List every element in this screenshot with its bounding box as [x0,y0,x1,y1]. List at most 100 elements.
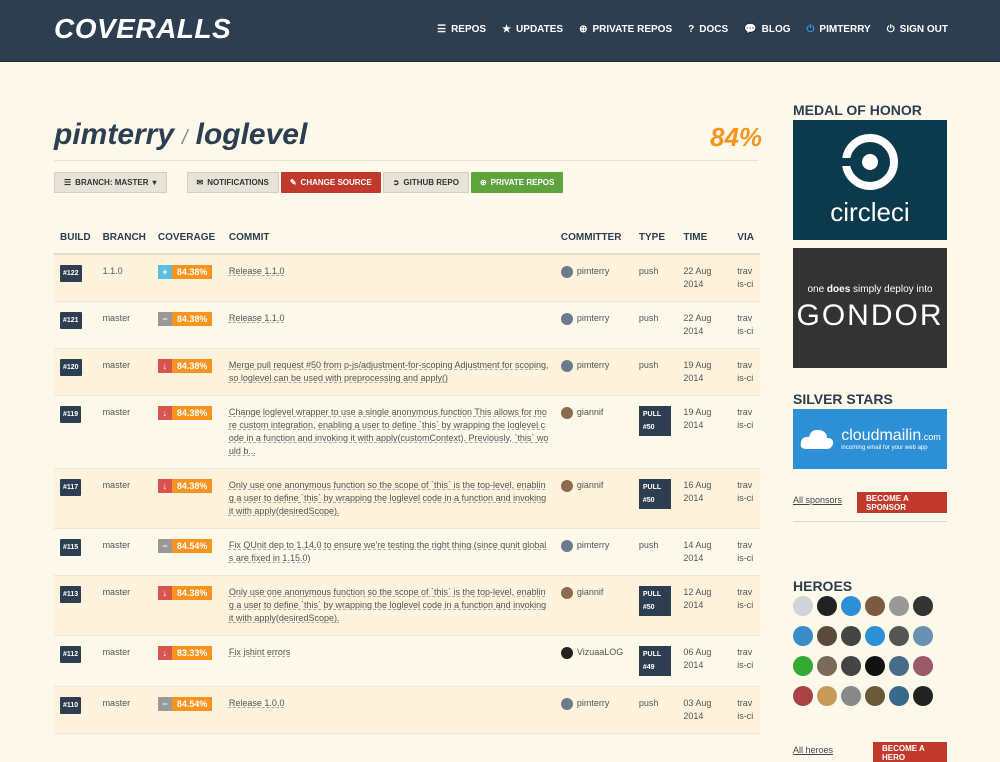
branch-dropdown[interactable]: ☰ BRANCH: MASTER ▾ [54,172,167,193]
build-number-link[interactable]: #115 [60,539,82,556]
nav-docs[interactable]: ? DOCS [688,24,728,35]
hero-avatar[interactable] [889,626,909,646]
table-row[interactable]: #117 master ↓ 84.38% Only use one anonymo… [54,468,760,529]
private-repos-button[interactable]: ⊕ PRIVATE REPOS [470,172,564,193]
commit-message-link[interactable]: Release 1.1.0 [229,265,549,278]
hero-avatar[interactable] [841,686,861,706]
change-source-button[interactable]: ✎ CHANGE SOURCE [280,172,381,193]
committer-name[interactable]: giannif [577,406,604,419]
commit-message-link[interactable]: Fix jshint errors [229,646,549,659]
committer-name[interactable]: giannif [577,479,604,492]
nav-label: PIMTERRY [819,24,871,35]
committer-name[interactable]: VizuaaLOG [577,646,623,659]
committer-name[interactable]: pimterry [577,697,610,710]
commit-message-link[interactable]: Only use one anonymous function so the s… [229,479,549,518]
column-header-branch[interactable]: BRANCH [96,222,152,255]
hero-avatar[interactable] [913,686,933,706]
committer-name[interactable]: pimterry [577,539,610,552]
hero-avatar[interactable] [841,596,861,616]
star-icon: ★ [502,24,512,35]
notifications-button[interactable]: ✉ NOTIFICATIONS [186,172,279,193]
commit-message-link[interactable]: Change loglevel wrapper to use a single … [229,406,549,458]
column-header-time[interactable]: TIME [677,222,732,255]
column-header-commit[interactable]: COMMIT [222,222,555,255]
committer-name[interactable]: giannif [577,586,604,599]
hero-avatar[interactable] [865,686,885,706]
logo[interactable]: COVERALLS [54,13,231,45]
hero-avatar[interactable] [913,596,933,616]
table-row[interactable]: #112 master ↓ 83.33% Fix jshint errors Vi… [54,635,760,687]
hero-avatar[interactable] [913,626,933,646]
pull-request-badge[interactable]: PULL #49 [638,646,672,676]
become-hero-button[interactable]: BECOME A HERO [873,742,947,762]
nav-repos[interactable]: ☰ REPOS [437,24,486,35]
commit-message-link[interactable]: Fix QUnit dep to 1.14.0 to ensure we're … [229,539,549,565]
hero-avatar[interactable] [793,656,813,676]
pull-request-badge[interactable]: PULL #50 [638,479,672,509]
table-row[interactable]: #121 master −84.38% Release 1.1.0 pimter… [54,301,760,349]
hero-avatar[interactable] [889,686,909,706]
hero-avatar[interactable] [817,686,837,706]
pull-request-badge[interactable]: PULL #50 [638,406,672,436]
table-row[interactable]: #119 master ↓ 84.38% Change loglevel wrap… [54,395,760,469]
sponsor-cloudmailin[interactable]: cloudmailin.com incoming email for your … [793,409,947,469]
committer-name[interactable]: pimterry [577,359,610,372]
hero-avatar[interactable] [817,626,837,646]
build-number-link[interactable]: #120 [60,359,82,376]
column-header-via[interactable]: VIA [731,222,760,255]
hero-avatar[interactable] [793,626,813,646]
build-number-link[interactable]: #112 [60,646,82,663]
column-header-coverage[interactable]: COVERAGE [151,222,223,255]
nav-blog[interactable]: 💬 BLOG [744,24,790,35]
hero-avatar[interactable] [817,596,837,616]
table-row[interactable]: #110 master −84.54% Release 1.0.0 pimter… [54,686,760,734]
nav-updates[interactable]: ★ UPDATES [502,24,563,35]
all-heroes-link[interactable]: All heroes [793,745,833,755]
all-sponsors-link[interactable]: All sponsors [793,495,842,505]
column-header-type[interactable]: TYPE [632,222,678,255]
hero-avatar[interactable] [865,626,885,646]
coverage-trend-down-icon: ↓ [157,406,172,420]
commit-message-link[interactable]: Release 1.1.0 [229,312,549,325]
caret-down-icon: ▾ [152,178,157,187]
build-number-link[interactable]: #122 [60,265,82,282]
github-repo-button[interactable]: ➲ GITHUB REPO [382,172,469,193]
build-number-link[interactable]: #117 [60,479,82,496]
hero-avatar[interactable] [913,656,933,676]
hero-avatar[interactable] [841,626,861,646]
repo-name-link[interactable]: loglevel [196,118,308,151]
hero-avatar[interactable] [889,596,909,616]
build-number-link[interactable]: #121 [60,312,82,329]
build-number-link[interactable]: #110 [60,697,82,714]
table-row[interactable]: #120 master ↓ 84.38% Merge pull request #… [54,348,760,396]
sponsor-gondor[interactable]: one does simply deploy into GONDOR [793,248,947,368]
commit-message-link[interactable]: Merge pull request #50 from p-js/adjustm… [229,359,549,385]
become-sponsor-button[interactable]: BECOME A SPONSOR [857,492,947,513]
nav-private-repos[interactable]: ⊕ PRIVATE REPOS [579,24,672,35]
committer-name[interactable]: pimterry [577,265,610,278]
table-row[interactable]: #113 master ↓ 84.38% Only use one anonymo… [54,575,760,636]
nav-label: REPOS [451,24,487,35]
build-number-link[interactable]: #119 [60,406,82,423]
nav-pimterry[interactable]: ⏻ PIMTERRY [807,24,871,35]
hero-avatar[interactable] [865,656,885,676]
hero-avatar[interactable] [793,686,813,706]
column-header-committer[interactable]: COMMITTER [554,222,633,255]
pull-request-badge[interactable]: PULL #50 [638,586,672,616]
commit-message-link[interactable]: Release 1.0.0 [229,697,549,710]
build-number-link[interactable]: #113 [60,586,82,603]
nav-sign-out[interactable]: ⏻ SIGN OUT [887,24,948,35]
hero-avatar[interactable] [793,596,813,616]
repo-owner-link[interactable]: pimterry [54,118,174,151]
hero-avatar[interactable] [841,656,861,676]
hero-avatar[interactable] [865,596,885,616]
coverage-value: 84.54% [171,697,213,711]
sponsor-circleci[interactable]: circleci [793,120,947,240]
hero-avatar[interactable] [889,656,909,676]
commit-message-link[interactable]: Only use one anonymous function so the s… [229,586,549,625]
committer-name[interactable]: pimterry [577,312,610,325]
hero-avatar[interactable] [817,656,837,676]
column-header-build[interactable]: BUILD [54,222,97,255]
table-row[interactable]: #122 1.1.0 +84.38% Release 1.1.0 pimterr… [54,254,760,302]
table-row[interactable]: #115 master −84.54% Fix QUnit dep to 1.1… [54,528,760,576]
